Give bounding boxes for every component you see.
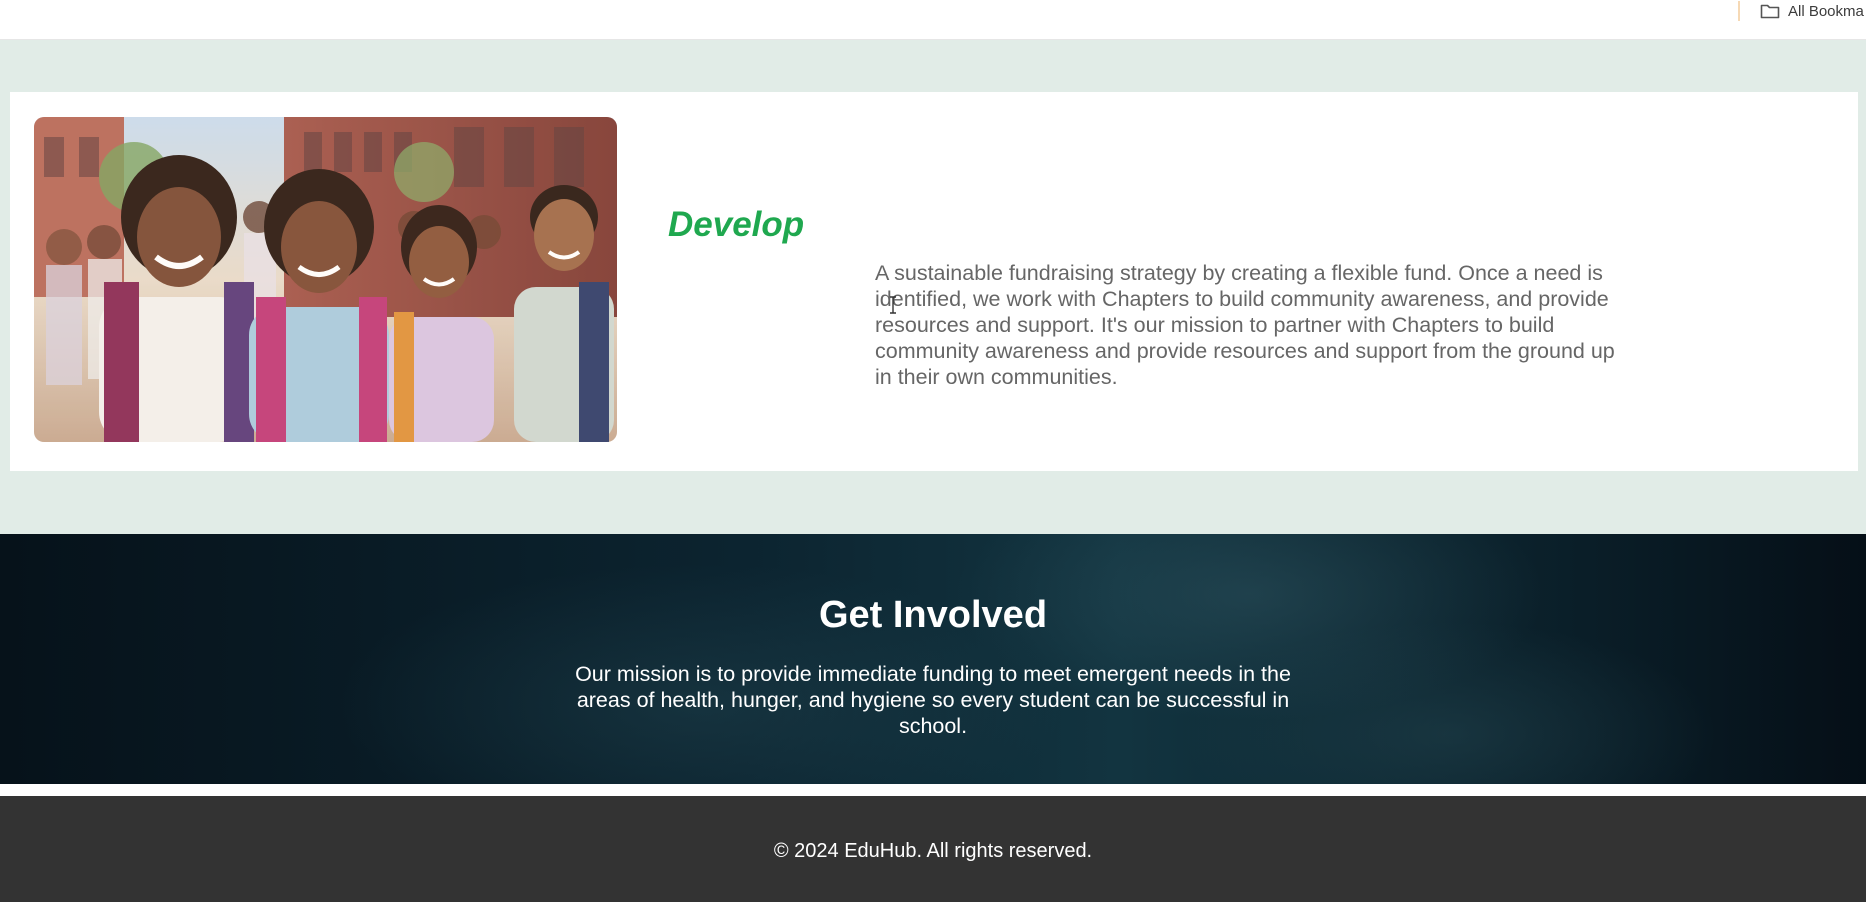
footer-copyright: © 2024 EduHub. All rights reserved. — [773, 840, 1093, 862]
get-involved-title: Get Involved — [818, 594, 1048, 636]
bookmarks-separator — [1738, 1, 1740, 21]
feature-heading: Develop — [668, 205, 805, 244]
students-illustration — [34, 117, 617, 442]
folder-icon — [1760, 4, 1780, 19]
get-involved-text: Our mission is to provide immediate fund… — [575, 662, 1291, 738]
feature-description: A sustainable fundraising strategy by cr… — [875, 261, 1615, 389]
bookmarks-bar: All Bookma — [0, 0, 1866, 40]
get-involved-section: Get Involved Our mission is to provide i… — [0, 534, 1866, 784]
section-divider — [0, 784, 1866, 796]
all-bookmarks-button[interactable]: All Bookma — [1760, 0, 1864, 22]
students-photo — [34, 117, 617, 442]
all-bookmarks-label: All Bookma — [1788, 2, 1864, 20]
site-footer: © 2024 EduHub. All rights reserved. — [0, 796, 1866, 902]
text-cursor-icon — [890, 296, 896, 314]
